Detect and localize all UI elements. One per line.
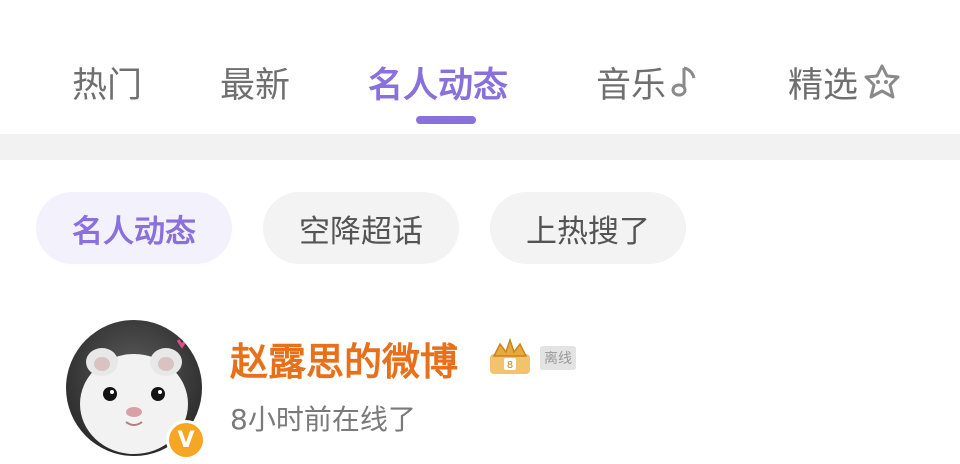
star-face-icon	[862, 63, 902, 101]
svg-text:8: 8	[507, 360, 513, 371]
tab-label: 精选	[788, 65, 859, 106]
tab-latest[interactable]: 最新	[220, 56, 290, 108]
top-tab-bar: 热门 最新 名人动态 音乐 精选	[0, 0, 960, 134]
chip-label: 名人动态	[72, 213, 196, 250]
music-note-icon	[670, 64, 700, 100]
chip-trending[interactable]: 上热搜了	[490, 192, 686, 264]
tab-celebrity-updates[interactable]: 名人动态	[368, 56, 508, 108]
chip-label: 上热搜了	[526, 213, 650, 250]
tab-label: 名人动态	[368, 65, 509, 106]
crown-badge-icon[interactable]: 8	[486, 337, 534, 378]
verified-v-icon: V	[169, 423, 203, 457]
tab-label: 音乐	[596, 65, 667, 106]
status-badge: 离线	[540, 346, 576, 370]
tab-hot[interactable]: 热门	[72, 56, 142, 108]
tab-label: 热门	[72, 65, 143, 106]
tab-featured[interactable]: 精选	[788, 56, 902, 108]
chip-label: 空降超话	[299, 213, 423, 250]
username[interactable]: 赵露思的微博	[230, 332, 458, 384]
chip-celebrity-updates[interactable]: 名人动态	[36, 192, 232, 264]
tab-music[interactable]: 音乐	[596, 56, 700, 108]
last-online-text: 8小时前在线了	[230, 403, 416, 436]
active-tab-indicator	[416, 116, 476, 124]
section-divider	[0, 134, 960, 160]
chip-airdrop-supertopic[interactable]: 空降超话	[263, 192, 459, 264]
verified-badge: V	[166, 420, 206, 460]
tab-label: 最新	[220, 65, 291, 106]
